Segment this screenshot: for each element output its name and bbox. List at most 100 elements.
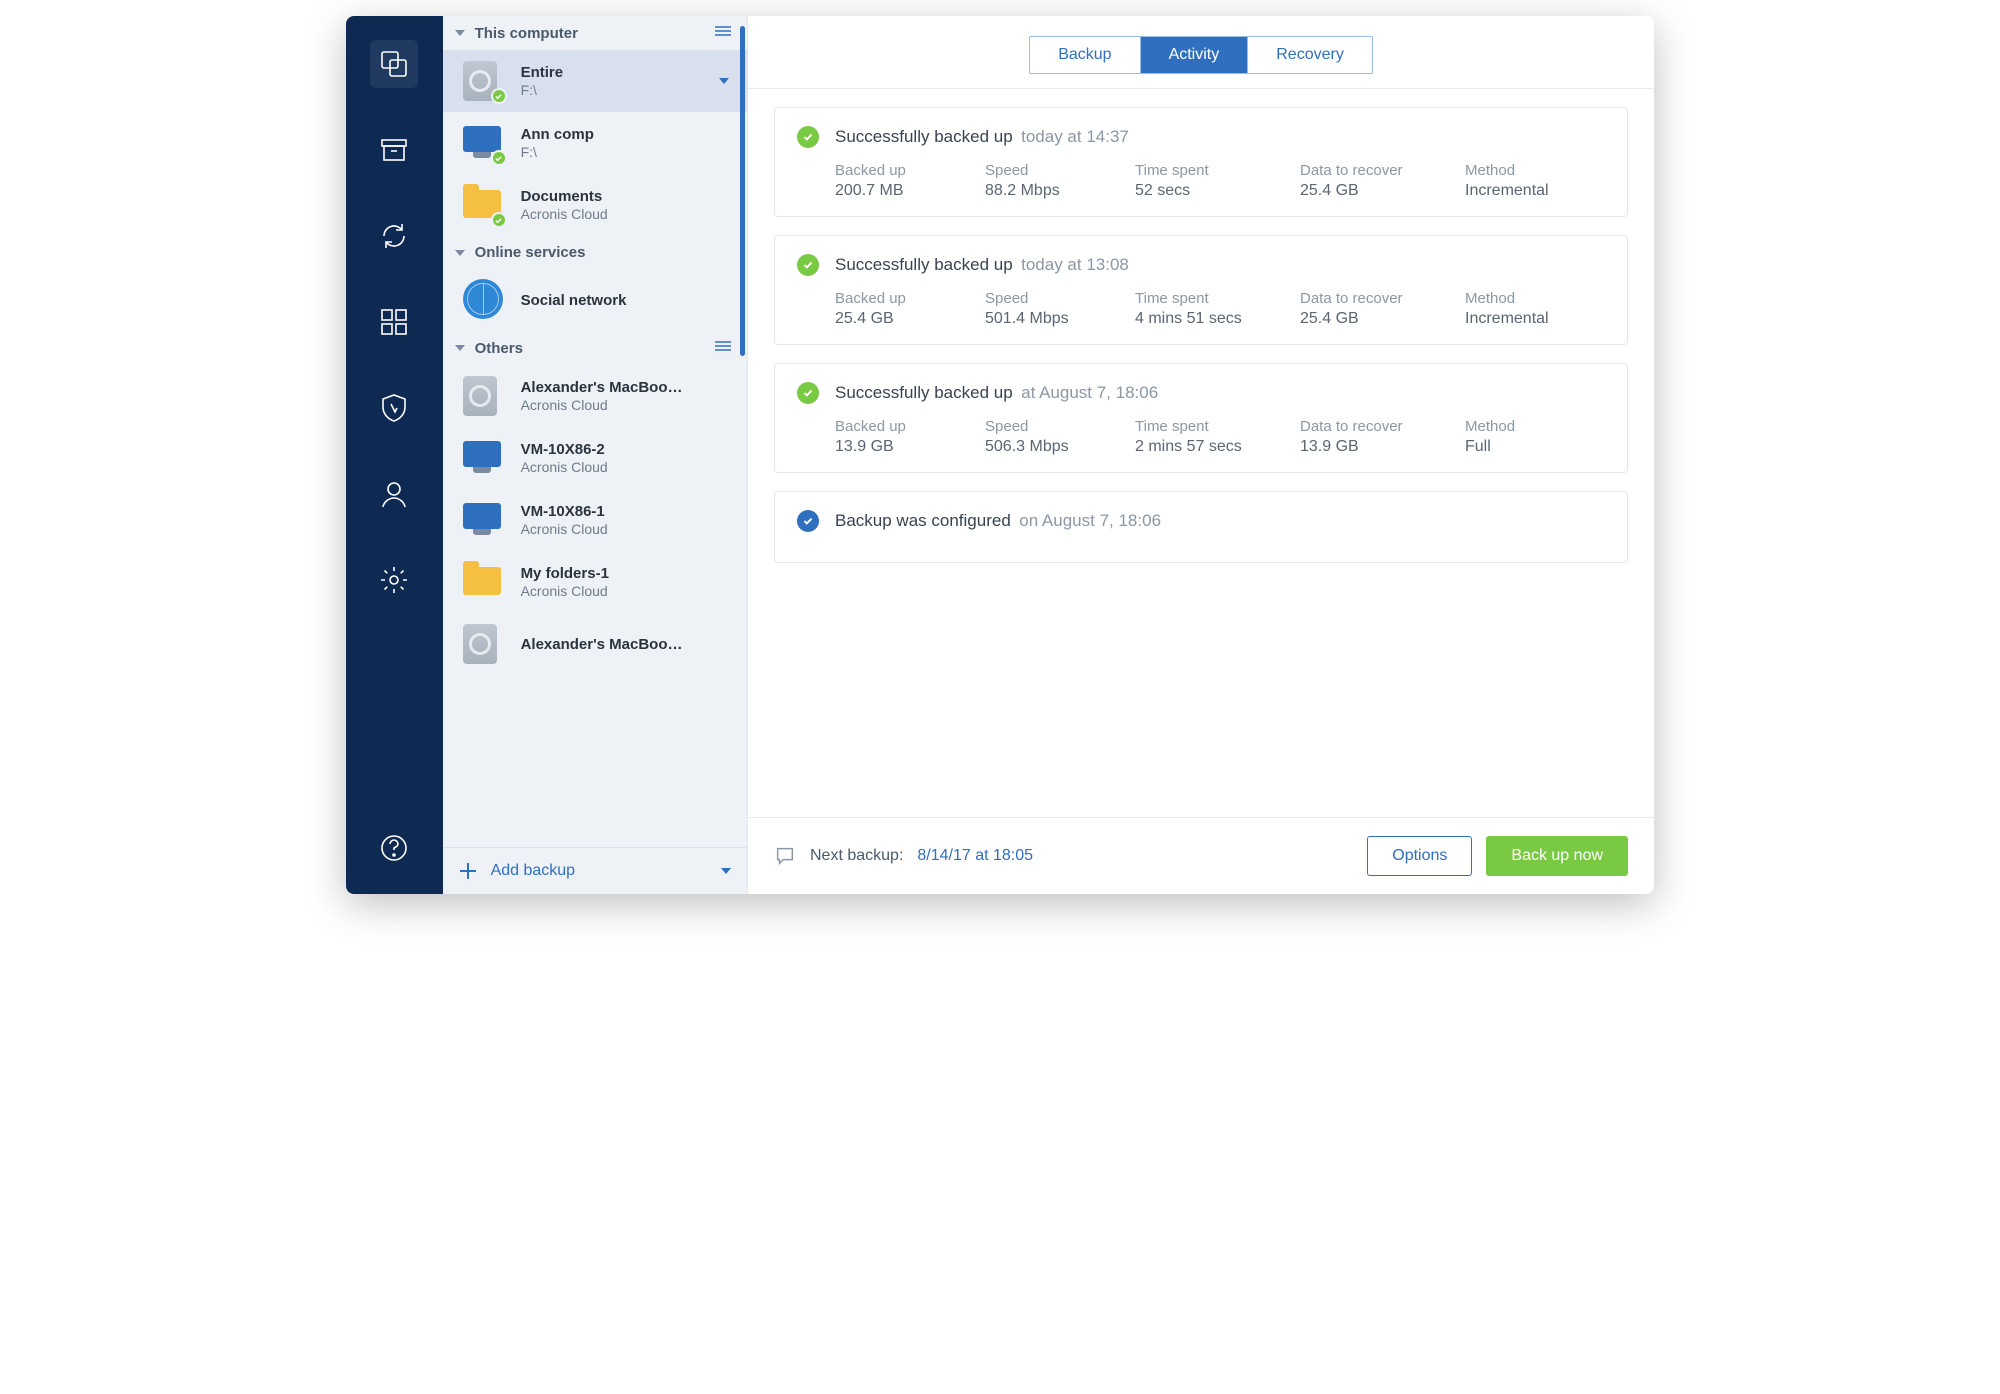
metric-value: 4 mins 51 secs [1135,310,1290,328]
backup-item-target: Acronis Cloud [521,206,608,222]
backup-item[interactable]: VM-10X86-2Acronis Cloud [443,427,747,489]
nav-backups-icon[interactable] [370,40,418,88]
tab-activity[interactable]: Activity [1141,37,1249,73]
activity-list: Successfully backed up today at 14:37 Bac… [748,89,1654,817]
backup-item-name: Alexander's MacBoo… [521,636,683,653]
metric-value: Incremental [1465,182,1605,200]
metric-label: Data to recover [1300,290,1455,307]
nav-archive-icon[interactable] [370,126,418,174]
metric-value: 13.9 GB [1300,438,1455,456]
metric-value: Incremental [1465,310,1605,328]
app-window: This computer EntireF:\Ann compF:\Documen… [346,16,1654,894]
activity-card[interactable]: Backup was configured on August 7, 18:06 [774,491,1628,563]
add-backup-label: Add backup [491,862,576,880]
chevron-down-icon [455,345,465,351]
metric: Method Full [1465,418,1605,456]
activity-title: Successfully backed up [835,255,1013,274]
backup-item[interactable]: Social network [443,269,747,331]
status-ok-icon [491,212,507,228]
backup-item[interactable]: Alexander's MacBoo…Acronis Cloud [443,365,747,427]
metric-value: 25.4 GB [1300,310,1455,328]
globe-icon [463,279,505,321]
section-title: This computer [475,25,578,42]
chevron-down-icon[interactable] [719,78,729,84]
metric-label: Speed [985,418,1125,435]
section-title: Online services [475,244,586,261]
next-backup-value: 8/14/17 at 18:05 [917,847,1033,865]
activity-card[interactable]: Successfully backed up today at 14:37Bac… [774,107,1628,217]
backup-item-name: VM-10X86-1 [521,503,608,520]
metric-value: 506.3 Mbps [985,438,1125,456]
metric-value: 88.2 Mbps [985,182,1125,200]
metric-label: Method [1465,418,1605,435]
section-header[interactable]: Online services [443,236,747,269]
section-menu-icon[interactable] [715,24,731,42]
section-header[interactable]: Others [443,331,747,365]
tab-recovery[interactable]: Recovery [1248,37,1372,73]
metric-label: Time spent [1135,290,1290,307]
chevron-down-icon [721,868,731,874]
backup-item-target: Acronis Cloud [521,397,683,413]
metric: Method Incremental [1465,162,1605,200]
nav-rail [346,16,443,894]
metric-label: Speed [985,162,1125,179]
metric-label: Speed [985,290,1125,307]
metric: Backed up13.9 GB [835,418,975,456]
monitor-icon [463,122,505,164]
tab-backup[interactable]: Backup [1030,37,1140,73]
backup-now-button[interactable]: Back up now [1486,836,1628,876]
activity-timestamp: today at 14:37 [1021,127,1129,146]
metric-label: Backed up [835,162,975,179]
activity-card[interactable]: Successfully backed up at August 7, 18:0… [774,363,1628,473]
metric: MethodIncremental [1465,290,1605,328]
folder-icon [463,184,505,226]
activity-metrics: Backed up13.9 GBSpeed506.3 MbpsTime spen… [797,418,1605,456]
nav-help-icon[interactable] [370,824,418,872]
status-success-icon [797,126,819,148]
activity-metrics: Backed up25.4 GB Speed 501.4 Mbps Time spen… [797,290,1605,328]
backup-item-name: Alexander's MacBoo… [521,379,683,396]
chevron-down-icon [455,250,465,256]
nav-account-icon[interactable] [370,470,418,518]
add-backup-button[interactable]: Add backup [443,847,747,894]
activity-timestamp: today at 13:08 [1021,255,1129,274]
backup-item[interactable]: Ann compF:\ [443,112,747,174]
next-backup-label: Next backup: [810,847,903,865]
monitor-icon [463,437,505,479]
backup-item[interactable]: DocumentsAcronis Cloud [443,174,747,236]
metric-value: 2 mins 57 secs [1135,438,1290,456]
comment-icon [774,845,796,867]
metric-label: Method [1465,162,1605,179]
nav-sync-icon[interactable] [370,212,418,260]
section-menu-icon[interactable] [715,339,731,357]
metric-label: Time spent [1135,418,1290,435]
backup-item-target: F:\ [521,82,564,98]
drive-icon [463,60,505,102]
nav-settings-icon[interactable] [370,556,418,604]
scrollbar-thumb[interactable] [740,26,745,356]
metric-value: Full [1465,438,1605,456]
metric-label: Backed up [835,418,975,435]
metric-value: 501.4 Mbps [985,310,1125,328]
section-header[interactable]: This computer [443,16,747,50]
metric: Time spent52 secs [1135,162,1290,200]
backup-item[interactable]: EntireF:\ [443,50,747,112]
nav-dashboard-icon[interactable] [370,298,418,346]
backup-item[interactable]: VM-10X86-1Acronis Cloud [443,489,747,551]
drive-icon [463,375,505,417]
monitor-icon [463,499,505,541]
backup-item-name: My folders-1 [521,565,609,582]
tab-bar: Backup Activity Recovery [748,16,1654,89]
metric: Backed up25.4 GB [835,290,975,328]
metric-value: 200.7 MB [835,182,975,200]
metric: Backed up 200.7 MB [835,162,975,200]
backup-item[interactable]: Alexander's MacBoo… [443,613,747,675]
options-button[interactable]: Options [1367,836,1472,876]
status-success-icon [797,254,819,276]
backup-item[interactable]: My folders-1Acronis Cloud [443,551,747,613]
status-ok-icon [491,150,507,166]
nav-protection-icon[interactable] [370,384,418,432]
metric: Speed 506.3 Mbps [985,418,1125,456]
activity-card[interactable]: Successfully backed up today at 13:08 Bac… [774,235,1628,345]
activity-metrics: Backed up 200.7 MB Speed 88.2 Mbps Time spen… [797,162,1605,200]
